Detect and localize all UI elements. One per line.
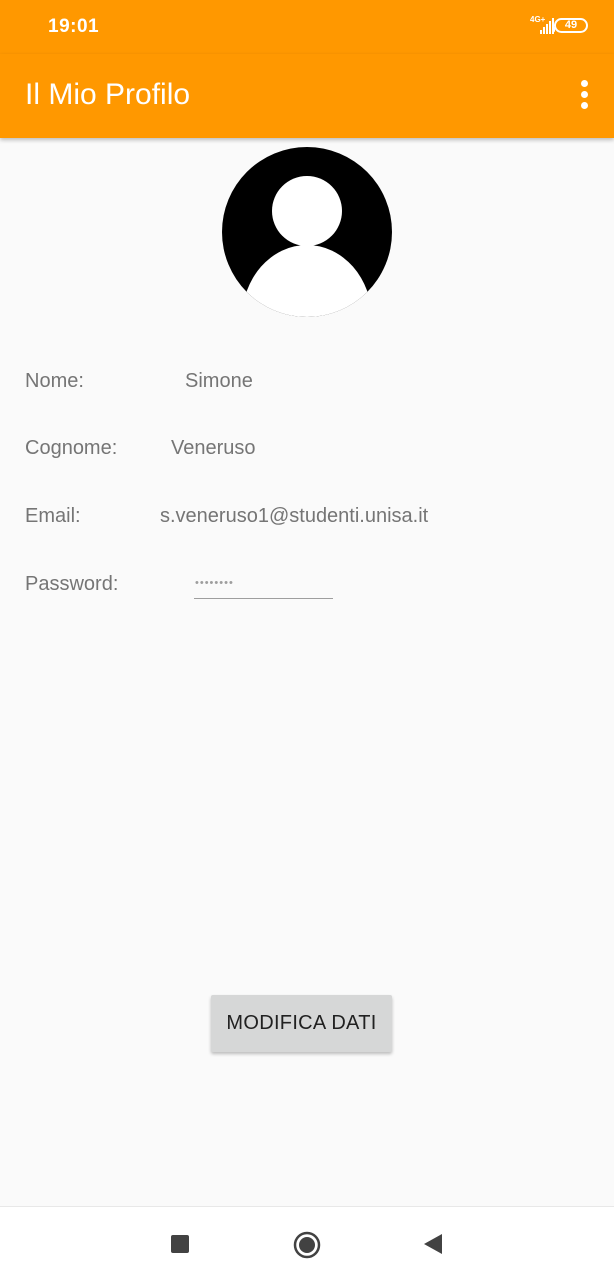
surname-value: Veneruso — [171, 437, 256, 459]
status-bar: 19:01 4G+ 49 — [0, 0, 614, 54]
battery-level: 49 — [564, 19, 578, 31]
triangle-back-icon[interactable] — [423, 1233, 443, 1255]
circle-icon[interactable] — [293, 1231, 321, 1259]
app-bar: Il Mio Profilo — [0, 54, 614, 138]
edit-data-button[interactable]: MODIFICA DATI — [211, 995, 392, 1052]
signal-icon — [540, 18, 554, 34]
password-label: Password: — [25, 573, 119, 595]
square-icon[interactable] — [171, 1235, 189, 1253]
name-value: Simone — [185, 370, 253, 392]
battery-icon: 49 — [553, 18, 588, 33]
email-label: Email: — [25, 505, 81, 527]
more-vert-icon[interactable] — [578, 80, 592, 110]
status-time: 19:01 — [48, 16, 100, 37]
email-value: s.veneruso1@studenti.unisa.it — [160, 505, 429, 527]
page-title: Il Mio Profilo — [25, 78, 191, 111]
surname-label: Cognome: — [25, 437, 118, 459]
navigation-bar — [0, 1206, 614, 1281]
battery-tip — [553, 27, 555, 32]
password-field[interactable] — [194, 568, 333, 599]
account-circle-icon — [222, 147, 392, 317]
name-label: Nome: — [25, 370, 84, 392]
